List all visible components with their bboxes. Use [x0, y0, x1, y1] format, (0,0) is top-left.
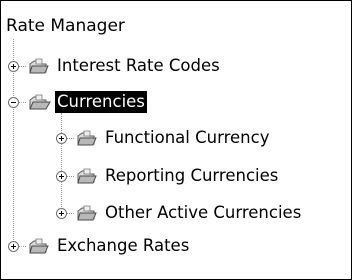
folder-icon: [75, 166, 99, 186]
tree-item-label[interactable]: Functional Currency: [103, 127, 271, 149]
expand-icon[interactable]: [56, 207, 67, 219]
tree-item-interest-rate-codes[interactable]: Interest Rate Codes: [8, 52, 222, 80]
expand-icon[interactable]: [8, 240, 19, 252]
tree-connector: [67, 175, 74, 177]
tree-connector: [19, 65, 26, 67]
tree-connector: [19, 245, 26, 247]
tree-connector: [19, 101, 26, 103]
folder-icon: [27, 236, 51, 256]
tree-item-reporting-currencies[interactable]: Reporting Currencies: [56, 162, 280, 190]
tree-item-functional-currency[interactable]: Functional Currency: [56, 124, 271, 152]
tree-item-label-selected[interactable]: Currencies: [55, 91, 147, 113]
expand-icon[interactable]: [56, 132, 67, 144]
tree-item-currencies[interactable]: Currencies: [8, 88, 147, 116]
rate-manager-tree: Rate Manager Interest Rate Codes Currenc…: [0, 0, 352, 280]
expand-icon[interactable]: [8, 60, 19, 72]
collapse-icon[interactable]: [8, 96, 19, 108]
tree-connector: [67, 212, 74, 214]
folder-icon: [75, 203, 99, 223]
tree-item-label[interactable]: Other Active Currencies: [103, 202, 303, 224]
tree-item-other-active-currencies[interactable]: Other Active Currencies: [56, 199, 303, 227]
folder-icon: [27, 56, 51, 76]
tree-item-label[interactable]: Reporting Currencies: [103, 165, 280, 187]
folder-icon: [75, 128, 99, 148]
tree-item-label[interactable]: Exchange Rates: [55, 235, 191, 257]
expand-icon[interactable]: [56, 170, 67, 182]
folder-open-icon: [27, 92, 51, 112]
tree-item-label[interactable]: Interest Rate Codes: [55, 55, 222, 77]
tree-connector: [67, 137, 74, 139]
tree-item-exchange-rates[interactable]: Exchange Rates: [8, 232, 191, 260]
tree-root-label: Rate Manager: [6, 16, 125, 36]
